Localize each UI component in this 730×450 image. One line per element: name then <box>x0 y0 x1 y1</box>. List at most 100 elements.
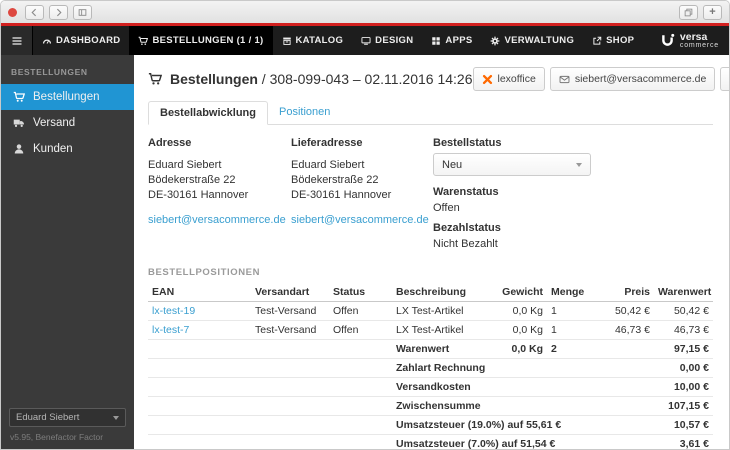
table-header-row: EAN Versandart Status Beschreibung Gewic… <box>148 283 713 302</box>
sidebar-footer: Eduard Siebert v5.95, Benefactor Factor <box>9 408 126 442</box>
customer-email-link[interactable]: siebert@versacommerce.de <box>148 214 286 226</box>
nav-item-bestellungen[interactable]: BESTELLUNGEN (1 / 1) <box>129 26 272 55</box>
stacked-windows-icon <box>684 8 693 17</box>
external-link-icon <box>592 36 602 46</box>
nav-item-verwaltung[interactable]: VERWALTUNG <box>481 26 583 55</box>
menu-toggle-button[interactable] <box>1 26 33 55</box>
address-line: DE-30161 Hannover <box>148 188 291 203</box>
nav-label: DESIGN <box>375 35 413 46</box>
monitor-icon <box>361 36 371 46</box>
logo-line2: commerce <box>680 42 719 49</box>
summary-label: Umsatzsteuer (7.0%) auf 51,54 € <box>392 435 654 450</box>
tab-overview-button[interactable] <box>679 5 698 20</box>
browser-window: + DASHBOARD BESTELLUNGEN (1 / 1) KATALOG… <box>0 0 730 450</box>
col-status: Status <box>329 283 392 302</box>
apps-grid-icon <box>431 36 441 46</box>
email-button[interactable]: siebert@versacommerce.de <box>550 67 715 91</box>
goods-status-label: Warenstatus <box>433 186 658 198</box>
truck-icon <box>13 117 25 129</box>
positions-table: EAN Versandart Status Beschreibung Gewic… <box>148 283 713 449</box>
window-close-icon[interactable] <box>8 8 17 17</box>
lexoffice-button[interactable]: lexoffice <box>473 67 545 91</box>
nav-item-design[interactable]: DESIGN <box>352 26 422 55</box>
address-line: Eduard Siebert <box>148 158 291 173</box>
page-title: Bestellungen / 308-099-043 – 02.11.2016 … <box>170 71 473 87</box>
sidebar-item-kunden[interactable]: Kunden <box>1 136 134 162</box>
columns-icon <box>78 8 87 17</box>
summary-value: 10,00 € <box>654 378 713 397</box>
ean-link[interactable]: lx-test-19 <box>152 305 195 317</box>
tab-bar: Bestellabwicklung Positionen <box>148 100 713 125</box>
summary-value: 107,15 € <box>654 397 713 416</box>
sidebar-item-bestellungen[interactable]: Bestellungen <box>1 84 134 110</box>
tab-bestellabwicklung[interactable]: Bestellabwicklung <box>148 101 268 125</box>
sidebar-section-label: BESTELLUNGEN <box>1 55 134 84</box>
nav-item-shop[interactable]: SHOP <box>583 26 643 55</box>
nav-label: KATALOG <box>296 35 344 46</box>
col-ean: EAN <box>148 283 251 302</box>
sidebar-item-versand[interactable]: Versand <box>1 110 134 136</box>
address-line: Bödekerstraße 22 <box>291 173 433 188</box>
summary-value: 3,61 € <box>654 435 713 450</box>
summary-row-ust7: Umsatzsteuer (7.0%) auf 51,54 € 3,61 € <box>148 435 713 450</box>
cart-icon <box>138 36 148 46</box>
summary-label: Versandkosten <box>392 378 654 397</box>
summary-label: Umsatzsteuer (19.0%) auf 55,61 € <box>392 416 654 435</box>
shipping-address-heading: Lieferadresse <box>291 137 433 149</box>
nav-label: APPS <box>445 35 472 46</box>
positions-section-label: BESTELLPOSITIONEN <box>148 267 713 278</box>
payment-status-value: Nicht Bezahlt <box>433 238 658 250</box>
summary-row-ust19: Umsatzsteuer (19.0%) auf 55,61 € 10,57 € <box>148 416 713 435</box>
gewicht-cell: 0,0 Kg <box>492 302 547 321</box>
sidebar-item-label: Versand <box>33 117 75 129</box>
summary-row-zahlart: Zahlart Rechnung 0,00 € <box>148 359 713 378</box>
user-select[interactable]: Eduard Siebert <box>9 408 126 427</box>
sidebar: BESTELLUNGEN Bestellungen Versand Kunden… <box>1 55 134 449</box>
page-title-order: / 308-099-043 – 02.11.2016 14:26 <box>262 71 473 87</box>
nav-item-katalog[interactable]: KATALOG <box>273 26 353 55</box>
sidebar-item-label: Bestellungen <box>33 91 100 103</box>
chevron-down-icon <box>113 416 119 420</box>
order-details: Adresse Eduard Siebert Bödekerstraße 22 … <box>148 137 713 258</box>
payment-status-label: Bezahlstatus <box>433 222 658 234</box>
versacommerce-mark-icon <box>660 33 675 48</box>
order-status-label: Bestellstatus <box>433 137 658 149</box>
ean-link[interactable]: lx-test-7 <box>152 324 189 336</box>
cart-icon <box>13 91 25 103</box>
warenwert-cell: 46,73 € <box>654 321 713 340</box>
summary-label: Warenwert <box>392 340 492 359</box>
back-button[interactable] <box>25 5 44 20</box>
summary-value: 10,57 € <box>654 416 713 435</box>
main-content: Bestellungen / 308-099-043 – 02.11.2016 … <box>134 55 729 449</box>
versandart-cell: Test-Versand <box>251 302 329 321</box>
col-beschreibung: Beschreibung <box>392 283 492 302</box>
summary-row-warenwert: Warenwert 0,0 Kg 2 97,15 € <box>148 340 713 359</box>
order-status-select[interactable]: Neu <box>433 153 591 176</box>
chevron-left-icon <box>30 8 39 17</box>
sidebar-toggle-button[interactable] <box>73 5 92 20</box>
packliste-button[interactable]: Packliste <box>720 67 729 91</box>
lexoffice-x-icon <box>482 74 493 85</box>
ean-cell: lx-test-7 <box>148 321 251 340</box>
nav-item-dashboard[interactable]: DASHBOARD <box>33 26 129 55</box>
nav-item-apps[interactable]: APPS <box>422 26 481 55</box>
summary-value: 97,15 € <box>654 340 713 359</box>
logo-line1: versa <box>680 32 719 43</box>
plus-icon: + <box>709 7 715 18</box>
col-gewicht: Gewicht <box>492 283 547 302</box>
status-cell: Offen <box>329 321 392 340</box>
brand-logo: versa commerce <box>650 26 729 55</box>
sidebar-item-label: Kunden <box>33 143 73 155</box>
version-text: v5.95, Benefactor Factor <box>9 432 126 442</box>
envelope-icon <box>559 74 570 85</box>
tab-positionen[interactable]: Positionen <box>268 101 341 125</box>
customer-email-link[interactable]: siebert@versacommerce.de <box>291 214 429 226</box>
col-versandart: Versandart <box>251 283 329 302</box>
new-tab-button[interactable]: + <box>703 5 722 20</box>
catalog-icon <box>282 36 292 46</box>
col-menge: Menge <box>547 283 592 302</box>
summary-label: Zahlart Rechnung <box>392 359 654 378</box>
email-button-label: siebert@versacommerce.de <box>575 73 706 85</box>
forward-button[interactable] <box>49 5 68 20</box>
nav-label: DASHBOARD <box>56 35 120 46</box>
